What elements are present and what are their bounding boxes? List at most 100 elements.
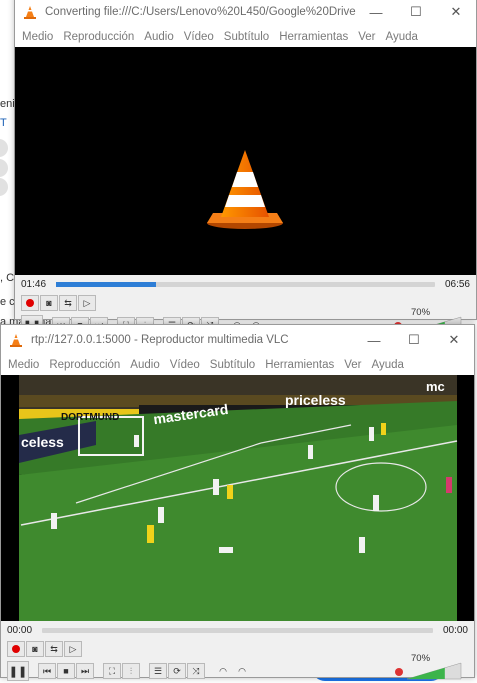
time-total: 00:00 <box>442 624 468 636</box>
menu-medio[interactable]: Medio <box>17 31 58 43</box>
banner-dortmund: DORTMUND <box>61 412 120 423</box>
time-elapsed: 01:46 <box>21 278 47 290</box>
video-area[interactable]: priceless mastercard mc celess DORTMUND <box>1 375 474 621</box>
extended-settings-button[interactable]: ⫶ <box>122 663 140 679</box>
snapshot-button[interactable]: ◙ <box>40 295 58 311</box>
menu-bar: Medio Reproducción Audio Vídeo Subtítulo… <box>15 27 476 47</box>
volume-percent: 70% <box>411 653 431 664</box>
vlc-logo-cone <box>207 150 283 229</box>
main-controls: ❚❚ ⏮ ■ ⏭ ⛶ ⫶ ☰ ⟳ ⤨ ◠ ◠ 70% <box>1 653 474 683</box>
ad-celess: celess <box>21 434 64 450</box>
loop-ab-icon: ⇆ <box>64 297 72 308</box>
vlc-window-rtp: rtp://127.0.0.1:5000 - Reproductor multi… <box>0 324 475 681</box>
title-bar[interactable]: rtp://127.0.0.1:5000 - Reproductor multi… <box>1 325 474 355</box>
advanced-controls: ◙ ⇆ ▷ <box>1 639 474 659</box>
bg-circle-1 <box>0 139 8 157</box>
camera-icon: ◙ <box>46 298 52 308</box>
seek-bar[interactable] <box>56 281 435 287</box>
pause-button[interactable]: ❚❚ <box>7 661 29 681</box>
close-button[interactable]: ✕ <box>436 0 476 27</box>
loop-ab-button[interactable]: ⇆ <box>45 641 63 657</box>
vlc-cone-icon <box>23 5 37 19</box>
title-bar[interactable]: Converting file:///C:/Users/Lenovo%20L45… <box>15 0 476 27</box>
bg-text-4: , C <box>0 272 15 284</box>
menu-ayuda[interactable]: Ayuda <box>380 31 422 43</box>
menu-video[interactable]: Vídeo <box>179 31 219 43</box>
frame-step-icon: ▷ <box>83 297 91 308</box>
bg-text-5: e c <box>0 296 15 308</box>
seek-row: 01:46 06:56 <box>15 275 476 293</box>
camera-icon: ◙ <box>32 644 38 654</box>
previous-icon: ⏮ <box>42 665 52 676</box>
stop-icon: ■ <box>63 666 69 676</box>
frame-step-button[interactable]: ▷ <box>64 641 82 657</box>
volume-slider[interactable] <box>407 662 462 680</box>
mute-icon[interactable] <box>395 668 403 676</box>
menu-herramientas[interactable]: Herramientas <box>260 359 339 371</box>
advanced-controls: ◙ ⇆ ▷ <box>15 293 476 313</box>
loop-button[interactable]: ⟳ <box>168 663 186 679</box>
menu-subtitulo[interactable]: Subtítulo <box>219 31 274 43</box>
menu-subtitulo[interactable]: Subtítulo <box>205 359 260 371</box>
faster-icon: ◠ <box>238 665 246 676</box>
menu-audio[interactable]: Audio <box>125 359 164 371</box>
next-button[interactable]: ⏭ <box>76 663 94 679</box>
menu-video[interactable]: Vídeo <box>165 359 205 371</box>
menu-herramientas[interactable]: Herramientas <box>274 31 353 43</box>
pause-icon: ❚❚ <box>8 665 28 678</box>
volume-percent: 70% <box>411 307 431 318</box>
seek-row: 00:00 00:00 <box>1 621 474 639</box>
fullscreen-icon: ⛶ <box>108 665 116 676</box>
bg-text-1: eni <box>0 98 15 110</box>
snapshot-button[interactable]: ◙ <box>26 641 44 657</box>
shuffle-icon: ⤨ <box>192 665 200 676</box>
ad-priceless: priceless <box>285 392 346 408</box>
bg-circle-2 <box>0 159 8 177</box>
slower-icon: ◠ <box>219 665 227 676</box>
previous-button[interactable]: ⏮ <box>38 663 56 679</box>
stop-button[interactable]: ■ <box>57 663 75 679</box>
seek-bar[interactable] <box>42 627 433 633</box>
menu-audio[interactable]: Audio <box>139 31 178 43</box>
record-icon <box>26 299 34 307</box>
menu-bar: Medio Reproducción Audio Vídeo Subtítulo… <box>1 355 474 375</box>
loop-icon: ⟳ <box>173 665 181 676</box>
record-button[interactable] <box>7 641 25 657</box>
equalizer-icon: ⫶ <box>129 665 133 676</box>
faster-button[interactable]: ◠ <box>233 663 251 679</box>
maximize-button[interactable]: ☐ <box>394 325 434 355</box>
ad-mc-right: mc <box>426 379 445 394</box>
menu-ayuda[interactable]: Ayuda <box>366 359 408 371</box>
vlc-window-converting: Converting file:///C:/Users/Lenovo%20L45… <box>14 0 477 335</box>
minimize-button[interactable]: — <box>354 325 394 355</box>
menu-reproduccion[interactable]: Reproducción <box>44 359 125 371</box>
frame-step-button[interactable]: ▷ <box>78 295 96 311</box>
menu-medio[interactable]: Medio <box>3 359 44 371</box>
bg-circle-3 <box>0 178 8 196</box>
next-icon: ⏭ <box>80 665 90 676</box>
frame-step-icon: ▷ <box>69 643 77 654</box>
window-title: Converting file:///C:/Users/Lenovo%20L45… <box>45 6 356 18</box>
bg-text-2: T <box>0 117 7 129</box>
slower-button[interactable]: ◠ <box>214 663 232 679</box>
time-total: 06:56 <box>444 278 470 290</box>
video-area[interactable] <box>15 47 476 275</box>
shuffle-button[interactable]: ⤨ <box>187 663 205 679</box>
record-button[interactable] <box>21 295 39 311</box>
menu-ver[interactable]: Ver <box>339 359 366 371</box>
time-elapsed: 00:00 <box>7 624 33 636</box>
record-icon <box>12 645 20 653</box>
window-title: rtp://127.0.0.1:5000 - Reproductor multi… <box>31 334 289 346</box>
seek-progress <box>56 281 157 287</box>
loop-ab-button[interactable]: ⇆ <box>59 295 77 311</box>
playlist-icon: ☰ <box>153 665 163 676</box>
menu-reproduccion[interactable]: Reproducción <box>58 31 139 43</box>
minimize-button[interactable]: — <box>356 0 396 27</box>
close-button[interactable]: ✕ <box>434 325 474 355</box>
vlc-cone-icon <box>9 333 23 347</box>
menu-ver[interactable]: Ver <box>353 31 380 43</box>
loop-ab-icon: ⇆ <box>50 643 58 654</box>
fullscreen-button[interactable]: ⛶ <box>103 663 121 679</box>
maximize-button[interactable]: ☐ <box>396 0 436 27</box>
playlist-button[interactable]: ☰ <box>149 663 167 679</box>
